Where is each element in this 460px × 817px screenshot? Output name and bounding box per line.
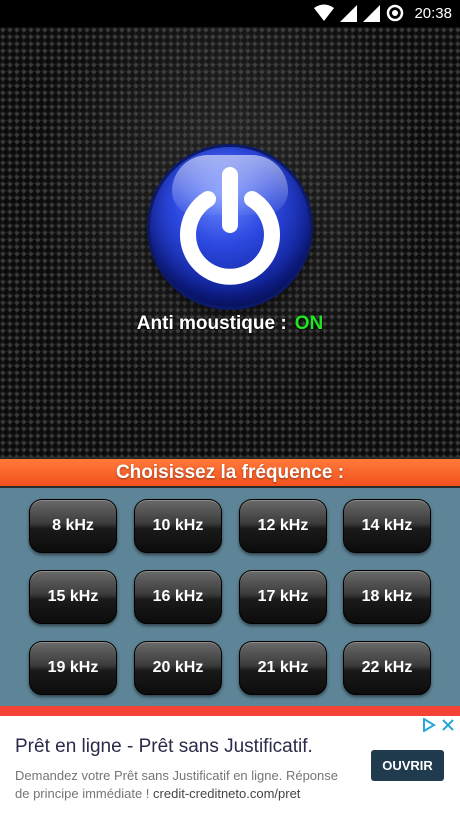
power-icon <box>180 167 280 285</box>
status-line: Anti moustique : ON <box>0 313 460 335</box>
sync-icon <box>387 4 404 22</box>
ad-url[interactable]: credit-creditneto.com/pret <box>153 786 300 801</box>
status-value: ON <box>294 313 324 334</box>
freq-button-12khz[interactable]: 12 kHz <box>239 499 327 553</box>
freq-button-21khz[interactable]: 21 kHz <box>239 641 327 695</box>
ad-icons <box>422 718 454 732</box>
wifi-icon <box>314 4 335 21</box>
divider-line <box>0 706 460 716</box>
status-icons: 20:38 <box>314 4 452 22</box>
frequency-title: Choisissez la fréquence : <box>0 457 460 488</box>
freq-button-22khz[interactable]: 22 kHz <box>343 641 431 695</box>
status-bar: 20:38 <box>0 0 460 27</box>
adchoices-icon[interactable] <box>422 718 436 732</box>
signal-icon <box>340 4 358 22</box>
signal-icon-2 <box>363 4 381 22</box>
close-icon[interactable] <box>442 719 454 731</box>
freq-button-20khz[interactable]: 20 kHz <box>134 641 222 695</box>
main-panel: Anti moustique : ON <box>0 27 460 457</box>
freq-button-15khz[interactable]: 15 kHz <box>29 570 117 624</box>
frequency-grid: 8 kHz 10 kHz 12 kHz 14 kHz 15 kHz 16 kHz… <box>0 488 460 706</box>
ad-banner[interactable]: Prêt en ligne - Prêt sans Justificatif. … <box>0 716 460 817</box>
freq-button-16khz[interactable]: 16 kHz <box>134 570 222 624</box>
freq-button-8khz[interactable]: 8 kHz <box>29 499 117 553</box>
freq-button-10khz[interactable]: 10 kHz <box>134 499 222 553</box>
freq-button-18khz[interactable]: 18 kHz <box>343 570 431 624</box>
ad-open-button[interactable]: OUVRIR <box>371 750 444 781</box>
status-label: Anti moustique : <box>136 313 287 334</box>
ad-description: Demandez votre Prêt sans Justificatif en… <box>15 767 355 803</box>
freq-button-14khz[interactable]: 14 kHz <box>343 499 431 553</box>
power-button[interactable] <box>150 147 310 307</box>
freq-button-17khz[interactable]: 17 kHz <box>239 570 327 624</box>
status-time: 20:38 <box>414 4 452 22</box>
freq-button-19khz[interactable]: 19 kHz <box>29 641 117 695</box>
ad-title[interactable]: Prêt en ligne - Prêt sans Justificatif. <box>15 736 313 758</box>
